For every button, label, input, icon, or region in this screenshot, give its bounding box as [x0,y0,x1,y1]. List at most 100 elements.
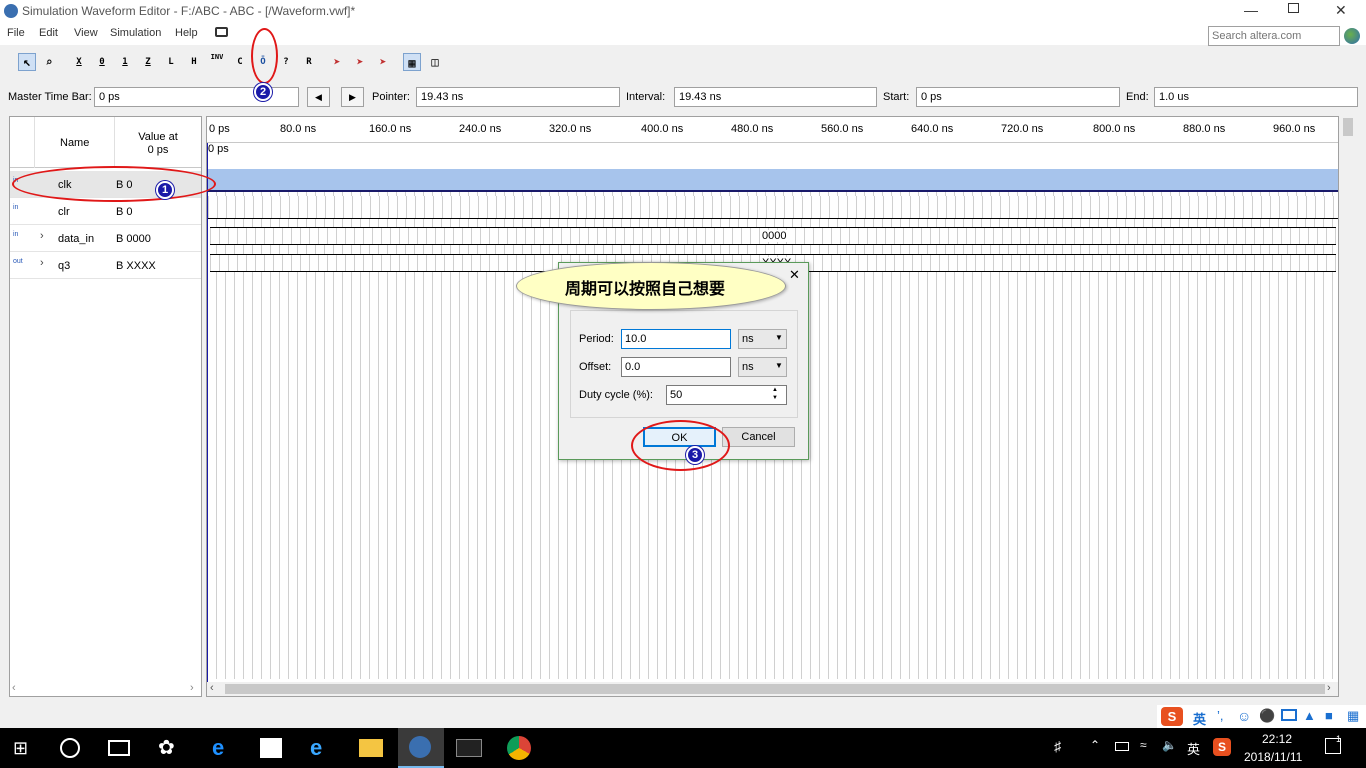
weak-low-button[interactable]: L [162,53,180,71]
random-values-button[interactable]: ? [277,53,295,71]
force-high-z-button[interactable]: Z [139,53,157,71]
time-cursor[interactable] [207,143,208,696]
clock-time[interactable]: 22:12 [1262,732,1292,746]
chrome-icon[interactable] [507,736,531,760]
microphone-icon[interactable]: ⚫ [1259,708,1275,724]
shirt-icon[interactable]: ■ [1325,708,1333,723]
left-horizontal-scrollbar[interactable]: ‹ › [10,682,201,696]
group-icon[interactable]: ◫ [426,53,444,71]
arbitrary-value-button[interactable]: R [300,53,318,71]
prev-transition-button[interactable]: ◀ [307,87,330,107]
ime-lang-indicator[interactable]: 英 [1193,709,1206,728]
volume-muted-icon[interactable]: 🔈 [1162,738,1177,752]
vertical-scrollbar[interactable] [1340,116,1357,697]
search-icon[interactable] [60,738,80,758]
sogou-logo-icon[interactable]: S [1161,707,1183,726]
search-input[interactable] [1208,26,1340,46]
skin-icon[interactable]: ▲ [1303,708,1316,723]
terminal-icon[interactable] [456,739,482,757]
app-icon [4,4,18,18]
internet-explorer-icon[interactable]: e [310,736,334,760]
time-tick: 720.0 ns [1001,123,1044,135]
menu-edit[interactable]: Edit [39,27,58,39]
cursor-time-label: 0 ps [208,143,229,155]
expand-chevron-icon[interactable]: › [40,257,44,269]
scroll-right-icon[interactable]: › [1327,682,1331,694]
duty-cycle-spinbox[interactable]: 50 ▲ ▼ [666,385,787,405]
signal-value: B XXXX [116,260,156,272]
menu-view[interactable]: View [74,27,98,39]
task-view-icon[interactable] [108,740,130,756]
globe-icon[interactable] [1344,28,1360,44]
toolbox-icon[interactable]: ▦ [1347,708,1359,724]
quartus-taskbar-button[interactable] [398,728,444,768]
scrollbar-thumb[interactable] [225,684,1325,694]
end-field: 1.0 us [1154,87,1358,107]
menu-help[interactable]: Help [175,27,198,39]
sogou-tray-icon[interactable]: S [1213,738,1231,756]
generate-netlist-icon[interactable]: ➤ [374,53,392,71]
period-input[interactable]: 10.0 [621,329,731,349]
close-icon[interactable]: ✕ [1335,2,1347,19]
output-bus-icon: out [13,258,23,265]
period-unit-select[interactable]: ns ▼ [738,329,787,349]
app-pinwheel-icon[interactable]: ✿ [158,736,182,760]
clock-date[interactable]: 2018/11/11 [1244,750,1302,764]
scroll-left-icon[interactable]: ‹ [210,682,214,694]
battery-icon[interactable] [1115,742,1129,751]
wave-data-in[interactable]: 0000 [210,227,1336,245]
keyboard-icon[interactable] [1281,709,1297,721]
edge-icon[interactable]: e [212,736,236,760]
run-timing-sim-icon[interactable]: ➤ [351,53,369,71]
wifi-icon[interactable]: ≈ [1140,738,1147,752]
toolbar: ↖ ⌕ X 0 1 Z L H INV C Ō ? R ➤ ➤ ➤ ▦ ◫ [0,48,1366,76]
bus-value: 0000 [760,230,789,242]
expand-chevron-icon[interactable]: › [40,230,44,242]
pointer-field: 19.43 ns [416,87,620,107]
next-transition-button[interactable]: ▶ [341,87,364,107]
annotation-ring [631,420,730,471]
weak-high-button[interactable]: H [185,53,203,71]
master-time-bar-label: Master Time Bar: [8,91,92,103]
store-icon[interactable] [260,738,282,758]
file-explorer-icon[interactable] [359,739,383,757]
offset-input[interactable]: 0.0 [621,357,731,377]
run-functional-sim-icon[interactable]: ➤ [328,53,346,71]
signal-row-q3[interactable]: out › q3 B XXXX [10,252,201,279]
force-high-button[interactable]: 1 [116,53,134,71]
scroll-left-icon[interactable]: ‹ [12,682,16,694]
signal-row-data-in[interactable]: in › data_in B 0000 [10,225,201,252]
force-low-button[interactable]: 0 [93,53,111,71]
time-tick: 880.0 ns [1183,123,1226,135]
emoji-icon[interactable]: ☺ [1237,708,1251,724]
menu-file[interactable]: File [7,27,25,39]
dialog-close-icon[interactable]: ✕ [789,267,800,283]
punctuation-icon[interactable]: ’, [1217,708,1224,723]
cancel-button[interactable]: Cancel [722,427,795,447]
period-label: Period: [579,333,614,345]
force-unknown-button[interactable]: X [70,53,88,71]
people-icon[interactable]: ♯ [1054,738,1061,754]
step-badge-2: 2 [254,83,272,101]
wave-clr[interactable] [208,196,1338,219]
input-language-indicator[interactable]: 英 [1187,739,1200,758]
zoom-tool-icon[interactable]: ⌕ [40,53,58,71]
minimize-icon[interactable]: — [1244,2,1258,18]
pointer-tool-icon[interactable]: ↖ [18,53,36,71]
wave-clk[interactable] [208,169,1338,192]
scroll-right-icon[interactable]: › [190,682,194,694]
horizontal-scrollbar[interactable]: ‹ › [207,682,1338,696]
spin-arrows-icon[interactable]: ▲ ▼ [772,386,778,402]
comment-icon[interactable] [215,27,228,37]
show-hidden-icons-chevron[interactable]: ⌃ [1090,738,1100,752]
snap-to-grid-icon[interactable]: ▦ [403,53,421,71]
count-value-button[interactable]: C [231,53,249,71]
vscroll-thumb[interactable] [1343,118,1353,136]
menu-simulation[interactable]: Simulation [110,27,161,39]
offset-unit-select[interactable]: ns ▼ [738,357,787,377]
maximize-icon[interactable] [1288,3,1299,13]
pointer-label: Pointer: [372,91,410,103]
windows-start-icon[interactable]: ⊞ [13,736,37,760]
signal-row-clr[interactable]: in clr B 0 [10,198,201,225]
invert-button[interactable]: INV [208,53,226,71]
